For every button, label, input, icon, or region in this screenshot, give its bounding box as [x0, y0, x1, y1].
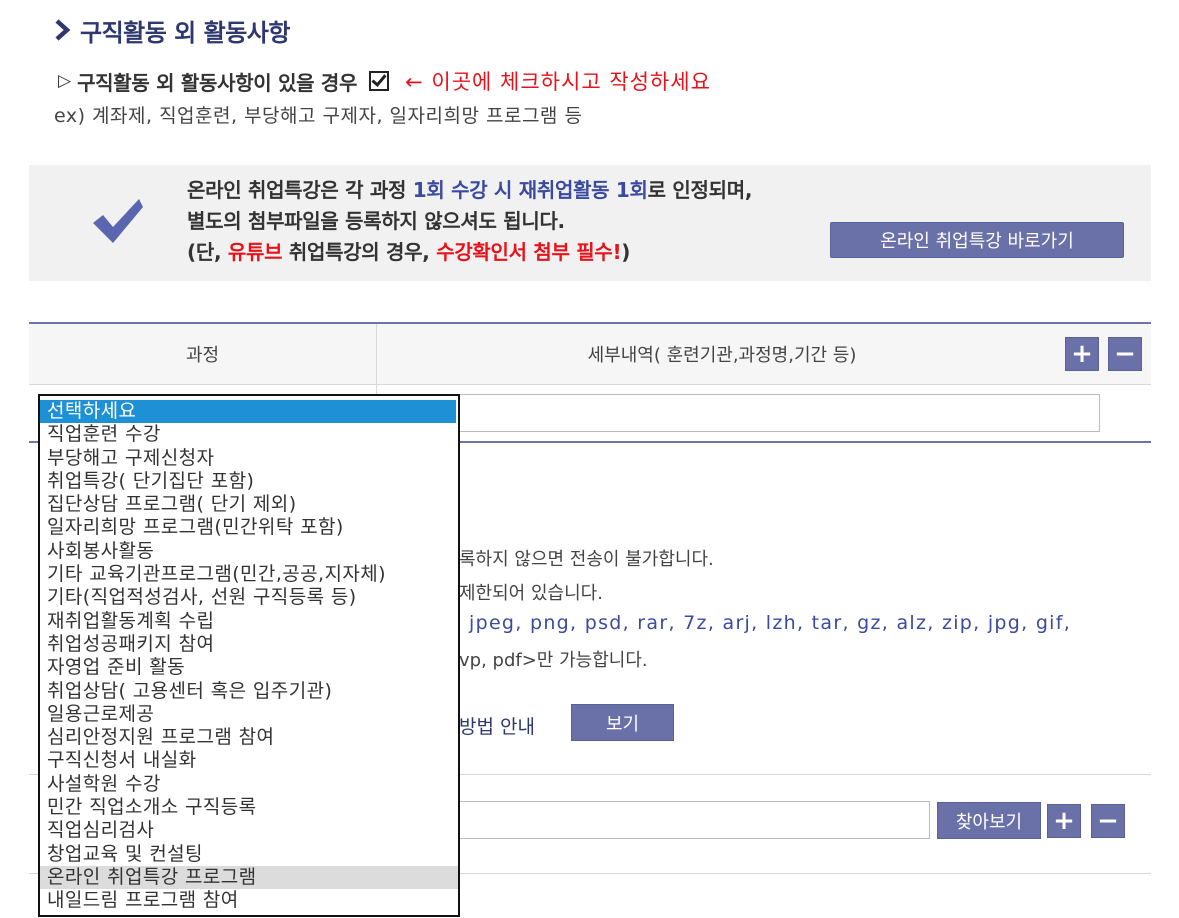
activity-question-row: ▷ 구직활동 외 활동사항이 있을 경우 ← 이곳에 체크하시고 작성하세요 — [58, 66, 711, 96]
notice-text-part: ) — [621, 240, 631, 264]
column-header-course: 과정 — [185, 345, 220, 366]
allowed-extensions: jpeg, png, psd, rar, 7z, arj, lzh, tar, … — [469, 612, 1072, 634]
notice-highlight: 1회 수강 시 재취업활동 1회 — [412, 178, 648, 202]
dropdown-option[interactable]: 사설학원 수강 — [40, 773, 458, 796]
dropdown-option[interactable]: 선택하세요 — [40, 400, 456, 424]
notice-required-attachment: 록하지 않으면 전송이 불가합니다. — [459, 549, 714, 570]
dropdown-option[interactable]: 취업특강( 단기집단 포함) — [40, 470, 458, 493]
column-header-details: 세부내역( 훈련기관,과정명,기간 등) — [587, 345, 857, 366]
section-title: 구직활동 외 활동사항 — [80, 18, 290, 47]
add-file-button[interactable]: + — [1047, 804, 1081, 838]
allowed-extensions-tail: vp, pdf>만 가능합니다. — [459, 650, 648, 671]
activity-example-text: ex) 계좌제, 직업훈련, 부당해고 구제자, 일자리희망 프로그램 등 — [54, 105, 583, 127]
notice-text: 온라인 취업특강은 각 과정 1회 수강 시 재취업활동 1회로 인정되며, 별… — [187, 175, 752, 268]
remove-row-button[interactable]: − — [1108, 337, 1142, 371]
dropdown-option[interactable]: 취업성공패키지 참여 — [40, 633, 458, 656]
checkmark-icon — [93, 199, 143, 243]
dropdown-option[interactable]: 기타(직업적성검사, 선원 구직등록 등) — [40, 586, 458, 609]
dropdown-option[interactable]: 직업심리검사 — [40, 819, 458, 842]
online-lecture-notice: 온라인 취업특강은 각 과정 1회 수강 시 재취업활동 1회로 인정되며, 별… — [29, 165, 1151, 281]
activity-question-label: 구직활동 외 활동사항이 있을 경우 — [77, 70, 358, 95]
dropdown-option[interactable]: 취업상담( 고용센터 혹은 입주기관) — [40, 680, 458, 703]
chevron-right-icon — [55, 19, 71, 41]
notice-line-2: 별도의 첨부파일을 등록하지 않으셔도 됩니다. — [187, 209, 565, 233]
notice-text-part: 로 인정되며, — [647, 178, 753, 202]
dropdown-option[interactable]: 재취업활동계획 수립 — [40, 610, 458, 633]
notice-line-3: (단, 유튜브 취업특강의 경우, 수강확인서 첨부 필수!) — [187, 237, 752, 268]
triangle-bullet: ▷ — [58, 71, 72, 91]
notice-text-part: 취업특강의 경우, — [282, 240, 437, 264]
view-guide-button[interactable]: 보기 — [571, 704, 674, 741]
notice-size-limit: 제한되어 있습니다. — [459, 583, 603, 604]
notice-text-part: (단, — [187, 240, 228, 264]
remove-file-button[interactable]: − — [1091, 804, 1125, 838]
required-attachment-label: 수강확인서 첨부 필수! — [436, 240, 622, 264]
dropdown-option[interactable]: 일용근로제공 — [40, 703, 458, 726]
dropdown-option-hovered[interactable]: 온라인 취업특강 프로그램 — [40, 865, 458, 890]
dropdown-option[interactable]: 심리안정지원 프로그램 참여 — [40, 726, 458, 749]
dropdown-option[interactable]: 집단상담 프로그램( 단기 제외) — [40, 493, 458, 516]
dropdown-option[interactable]: 기타 교육기관프로그램(민간,공공,지자체) — [40, 563, 458, 586]
dropdown-option[interactable]: 민간 직업소개소 구직등록 — [40, 796, 458, 819]
dropdown-option[interactable]: 자영업 준비 활동 — [40, 656, 458, 679]
section-header: 구직활동 외 활동사항 — [52, 12, 290, 48]
add-row-button[interactable]: + — [1065, 337, 1099, 371]
youtube-label: 유튜브 — [227, 240, 283, 264]
dropdown-option[interactable]: 내일드림 프로그램 참여 — [40, 889, 458, 912]
checkbox-hint: ← 이곳에 체크하시고 작성하세요 — [405, 70, 711, 94]
attachment-guide-label: 방법 안내 — [459, 716, 535, 738]
activity-checkbox[interactable] — [369, 71, 390, 91]
dropdown-option[interactable]: 구직신청서 내실화 — [40, 749, 458, 772]
course-select-dropdown[interactable]: 선택하세요 직업훈련 수강 부당해고 구제신청자 취업특강( 단기집단 포함) … — [38, 394, 460, 917]
dropdown-option[interactable]: 직업훈련 수강 — [40, 423, 458, 446]
notice-text-part: 온라인 취업특강은 각 과정 — [187, 178, 413, 202]
dropdown-option[interactable]: 사회봉사활동 — [40, 540, 458, 563]
dropdown-option[interactable]: 일자리희망 프로그램(민간위탁 포함) — [40, 516, 458, 539]
notice-line-1: 온라인 취업특강은 각 과정 1회 수강 시 재취업활동 1회로 인정되며, — [187, 175, 752, 206]
dropdown-option[interactable]: 부당해고 구제신청자 — [40, 447, 458, 470]
file-path-input[interactable] — [454, 801, 930, 839]
details-input[interactable] — [454, 394, 1100, 432]
dropdown-option[interactable]: 창업교육 및 컨설팅 — [40, 843, 458, 866]
online-lecture-link-button[interactable]: 온라인 취업특강 바로가기 — [830, 222, 1124, 258]
browse-file-button[interactable]: 찾아보기 — [937, 802, 1041, 839]
